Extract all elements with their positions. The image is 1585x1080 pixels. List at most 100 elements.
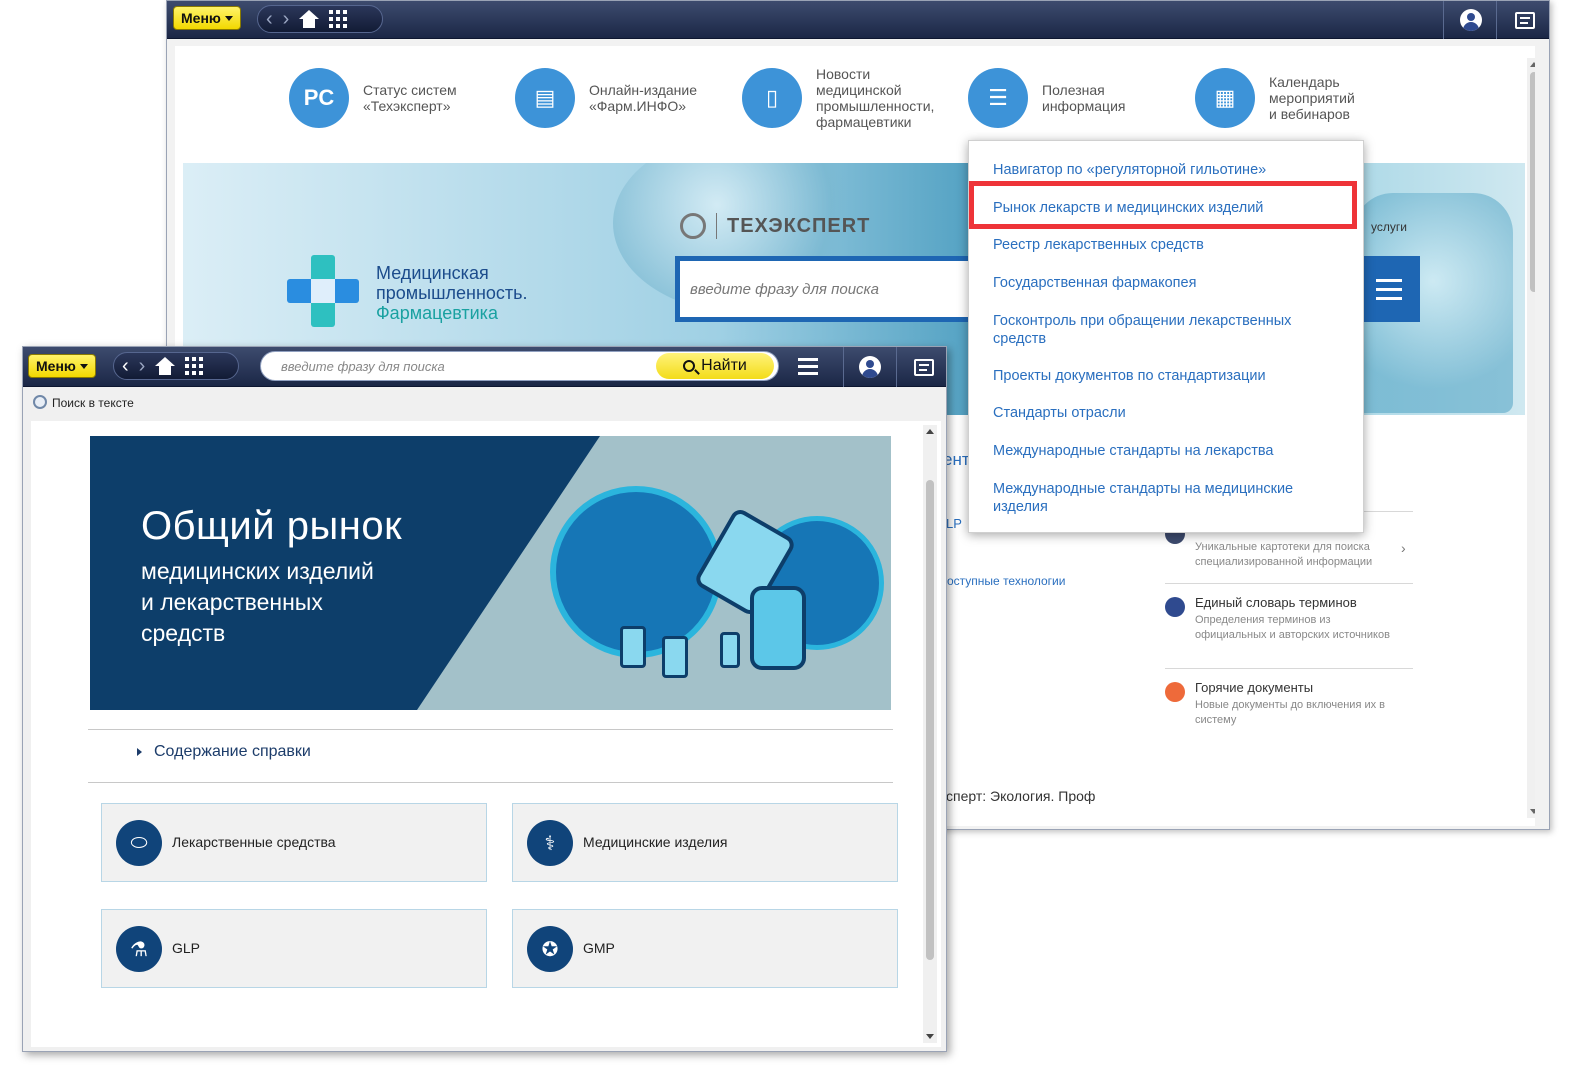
- tile-glp[interactable]: ⚗ GLP: [101, 909, 487, 988]
- back-toolbar: Меню ‹ ›: [167, 1, 1549, 39]
- home-icon[interactable]: [299, 10, 320, 28]
- medical-cross-logo: [287, 255, 359, 327]
- caret-down-icon: [224, 15, 233, 21]
- side-item-title: Единый словарь терминов: [1195, 595, 1357, 610]
- banner-subtitle: медицинских изделий и лекарственных сред…: [141, 558, 374, 646]
- tile-medicines[interactable]: ⬭ Лекарственные средства: [101, 803, 487, 882]
- tile-label: GMP: [583, 940, 615, 956]
- user-profile-icon[interactable]: [1460, 9, 1482, 31]
- link-fragment-technologies[interactable]: оступные технологии: [947, 574, 1065, 588]
- scroll-up-icon[interactable]: [1530, 62, 1535, 67]
- dropdown-item[interactable]: Международные стандарты на лекарства: [993, 442, 1333, 460]
- info-list-icon: ☰: [968, 68, 1028, 128]
- divider: [88, 729, 893, 730]
- side-item-desc: Новые документы до включения их в систем…: [1195, 699, 1386, 726]
- expand-triangle-icon: [137, 748, 142, 756]
- feedback-chat-icon[interactable]: [1515, 12, 1535, 29]
- back-scrollbar[interactable]: [1527, 58, 1535, 818]
- hamburger-menu-icon[interactable]: [798, 358, 818, 375]
- dropdown-item[interactable]: Проекты документов по стандартизации: [993, 367, 1333, 385]
- scroll-thumb[interactable]: [926, 480, 934, 960]
- search-in-text-icon[interactable]: [33, 395, 47, 409]
- test-tubes-icon: ⚗: [116, 926, 162, 972]
- calendar-icon: ▦: [1195, 68, 1255, 128]
- dropdown-item[interactable]: Госконтроль при обращении лекарственных …: [993, 312, 1333, 348]
- award-badge-icon: ✪: [527, 926, 573, 972]
- bottle-illustration: [620, 626, 646, 668]
- side-item-desc: Уникальные картотеки для поиска специали…: [1195, 541, 1373, 568]
- useful-info-dropdown: Навигатор по «регуляторной гильотине» Ры…: [968, 140, 1364, 533]
- hero-hamburger-icon[interactable]: [1358, 256, 1420, 322]
- find-button[interactable]: Найти: [656, 353, 774, 379]
- link-fragment-ecology[interactable]: сперт: Экология. Проф: [946, 788, 1095, 804]
- service-label: Статус систем «Техэксперт»: [363, 82, 457, 114]
- tile-medical-devices[interactable]: ⚕ Медицинские изделия: [512, 803, 898, 882]
- chevron-right-icon: ›: [1401, 540, 1406, 556]
- service-label: Онлайн-издание «Фарм.ИНФО»: [589, 82, 698, 114]
- front-menu-label: Меню: [36, 358, 76, 374]
- back-arrow-icon[interactable]: ‹: [122, 356, 129, 376]
- toolbar-divider: [1443, 1, 1444, 39]
- service-news[interactable]: ▯ Новости медицинской промышленности, фа…: [742, 66, 934, 130]
- service-label: Календарь мероприятий и вебинаров: [1269, 74, 1355, 122]
- service-label: Новости медицинской промышленности, фарм…: [816, 66, 935, 130]
- dropdown-item[interactable]: Навигатор по «регуляторной гильотине»: [993, 161, 1333, 179]
- topic-banner: Общий рынок медицинских изделий и лекарс…: [90, 436, 891, 710]
- scroll-down-icon[interactable]: [926, 1034, 934, 1039]
- divider: [1165, 583, 1413, 584]
- dropdown-item[interactable]: Реестр лекарственных средств: [993, 236, 1333, 254]
- monitor-icon: ▤: [515, 68, 575, 128]
- hot-documents-icon: [1165, 682, 1185, 702]
- stethoscope-icon: ⚕: [527, 820, 573, 866]
- scroll-up-icon[interactable]: [926, 429, 934, 434]
- front-menu-button[interactable]: Меню: [28, 354, 96, 378]
- forward-arrow-icon[interactable]: ›: [283, 9, 290, 29]
- find-label: Найти: [701, 357, 747, 374]
- side-item-title: Горячие документы: [1195, 680, 1314, 695]
- caret-down-icon: [79, 363, 88, 369]
- toolbar-divider: [1496, 1, 1497, 39]
- search-in-text-link[interactable]: Поиск в тексте: [52, 396, 134, 410]
- toolbar-divider: [896, 347, 897, 387]
- service-label: Полезная информация: [1042, 82, 1126, 114]
- highlight-frame: [969, 181, 1357, 229]
- back-nav-group: ‹ ›: [257, 5, 383, 33]
- dropdown-item[interactable]: Государственная фармакопея: [993, 274, 1333, 292]
- back-menu-label: Меню: [181, 10, 221, 26]
- service-calendar[interactable]: ▦ Календарь мероприятий и вебинаров: [1195, 68, 1355, 128]
- front-window: Меню ‹ › введите фразу для поиска Найти …: [22, 346, 947, 1052]
- service-useful-info[interactable]: ☰ Полезная информация: [968, 68, 1125, 128]
- side-item-desc: Определения терминов из официальных и ав…: [1195, 614, 1390, 641]
- news-icon: ▯: [742, 68, 802, 128]
- back-arrow-icon[interactable]: ‹: [266, 9, 273, 29]
- scroll-thumb[interactable]: [1530, 72, 1535, 292]
- hero-search-placeholder: введите фразу для поиска: [690, 281, 879, 298]
- dropdown-item[interactable]: Международные стандарты на медицинские и…: [993, 480, 1333, 516]
- tile-gmp[interactable]: ✪ GMP: [512, 909, 898, 988]
- services-link[interactable]: услуги: [1371, 220, 1407, 234]
- banner-title: Общий рынок: [141, 504, 403, 548]
- scroll-down-icon[interactable]: [1530, 809, 1535, 814]
- link-fragment-glp[interactable]: LP: [946, 516, 962, 531]
- feedback-chat-icon[interactable]: [914, 359, 934, 376]
- front-search-placeholder: введите фразу для поиска: [281, 359, 445, 374]
- bottle-illustration: [662, 636, 688, 678]
- dropdown-item[interactable]: Стандарты отрасли: [993, 404, 1333, 422]
- apps-grid-icon[interactable]: [185, 357, 204, 375]
- search-icon: [683, 360, 696, 372]
- pill-jar-illustration: [750, 586, 806, 670]
- user-profile-icon[interactable]: [859, 356, 881, 378]
- home-icon[interactable]: [155, 357, 176, 375]
- service-pharm-info[interactable]: ▤ Онлайн-издание «Фарм.ИНФО»: [515, 68, 697, 128]
- service-status[interactable]: PC Статус систем «Техэксперт»: [289, 68, 457, 128]
- front-scrollbar[interactable]: [923, 425, 937, 1043]
- toc-link[interactable]: Содержание справки: [137, 743, 311, 761]
- pills-icon: ⬭: [116, 820, 162, 866]
- hero-search-input[interactable]: введите фразу для поиска: [675, 256, 975, 322]
- divider: [1165, 668, 1413, 669]
- apps-grid-icon[interactable]: [329, 10, 348, 28]
- rs-status-icon: PC: [289, 68, 349, 128]
- back-menu-button[interactable]: Меню: [173, 6, 241, 30]
- dictionary-icon: [1165, 597, 1185, 617]
- forward-arrow-icon[interactable]: ›: [139, 356, 146, 376]
